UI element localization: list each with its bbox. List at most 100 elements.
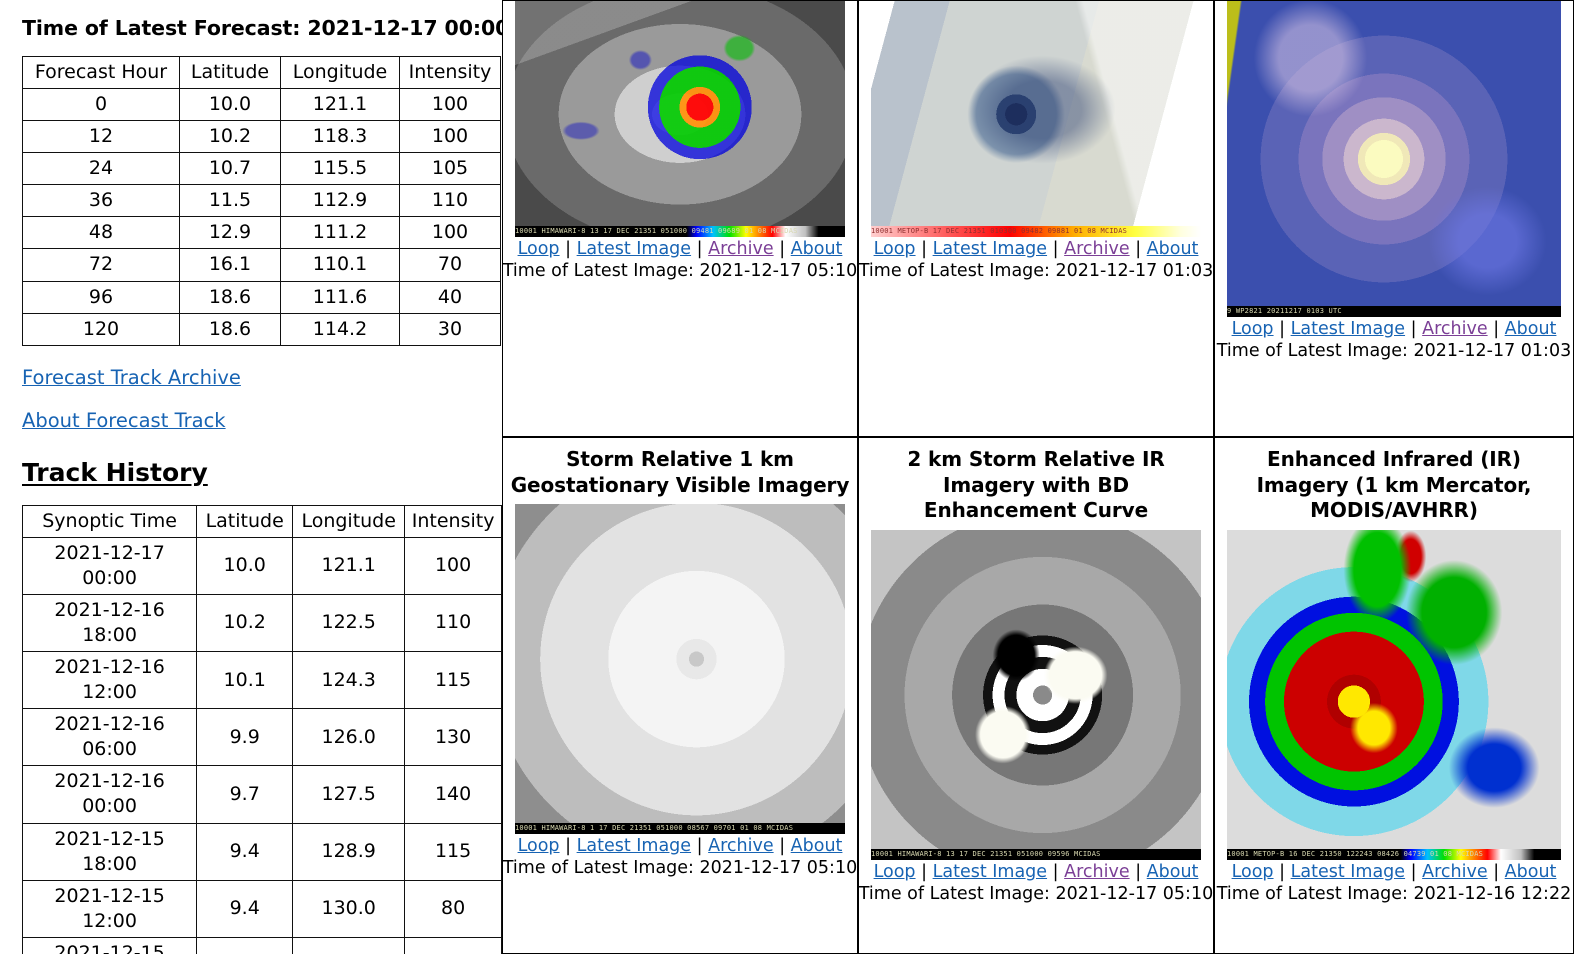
cell-hour: 72	[22, 248, 180, 282]
imagery-panel-grid: 10001 HIMAWARI-8 13 17 DEC 21351 051000 …	[502, 0, 1574, 954]
satellite-figure: 10001 METOP-B 17 DEC 21351 010300 09482 …	[871, 1, 1201, 237]
enhanced-ir-geo-image[interactable]: 10001 HIMAWARI-8 13 17 DEC 21351 051000 …	[515, 1, 845, 237]
microwave-37ghz-image[interactable]: 10001 METOP-B 17 DEC 21351 010300 09482 …	[871, 1, 1201, 237]
about-link[interactable]: About	[1505, 862, 1557, 882]
cell-longitude: 112.9	[280, 184, 400, 218]
storm-relative-ir-bd-image[interactable]: 10001 HIMAWARI-8 13 17 DEC 21351 051000 …	[871, 529, 1201, 860]
cell-latitude: 16.1	[179, 248, 281, 282]
archive-link[interactable]: Archive	[708, 239, 773, 259]
archive-link[interactable]: Archive	[1064, 239, 1129, 259]
link-separator: |	[779, 836, 786, 857]
latest-image-link[interactable]: Latest Image	[933, 239, 1047, 259]
loop-link[interactable]: Loop	[518, 239, 560, 259]
archive-link[interactable]: Archive	[1422, 862, 1487, 882]
panel-91ghz-color: 9 WP2821 20211217 0103 UTC Loop | Latest…	[1214, 0, 1574, 437]
loop-link[interactable]: Loop	[874, 239, 916, 259]
cell-synoptic-time: 2021-12-15 18:00	[21, 822, 198, 881]
color-91ghz-image[interactable]: 9 WP2821 20211217 0103 UTC	[1227, 1, 1561, 317]
about-link[interactable]: About	[1147, 239, 1199, 259]
latest-image-link[interactable]: Latest Image	[1291, 862, 1405, 882]
latest-image-time: Time of Latest Image: 2021-12-17 05:10	[502, 858, 858, 879]
cell-latitude: 10.2	[196, 593, 294, 653]
cell-intensity: 100	[399, 216, 501, 250]
cell-latitude: 18.6	[179, 312, 281, 346]
table-row: 96 18.6 111.6 40	[22, 280, 501, 314]
panel-storm-relative-ir-bd: 2 km Storm Relative IR Imagery with BD E…	[858, 437, 1214, 954]
image-banner-text: 9 WP2821 20211217 0103 UTC	[1227, 306, 1561, 317]
link-separator: |	[921, 861, 928, 882]
table-row: 24 10.7 115.5 105	[22, 152, 501, 186]
enhanced-ir-mercator-image[interactable]: 10001 METOP-B 16 DEC 21350 122243 08426 …	[1227, 529, 1561, 860]
archive-link[interactable]: Archive	[1422, 319, 1487, 339]
track-history-heading-wrap: Track History	[0, 432, 502, 487]
cell-latitude: 12.9	[179, 216, 281, 250]
about-link[interactable]: About	[791, 836, 843, 856]
image-banner-text: 10001 METOP-B 17 DEC 21351 010300 09482 …	[871, 226, 1201, 237]
panel-title: 2 km Storm Relative IR Imagery with BD E…	[907, 447, 1165, 523]
table-row: 2021-12-15 06:00 9.1 131.0 70	[21, 936, 502, 954]
loop-link[interactable]: Loop	[518, 836, 560, 856]
loop-link[interactable]: Loop	[1232, 862, 1274, 882]
image-banner-text: 10001 METOP-B 16 DEC 21350 122243 08426 …	[1227, 848, 1561, 860]
link-separator: |	[1135, 239, 1142, 259]
latest-image-link[interactable]: Latest Image	[933, 862, 1047, 882]
link-separator: |	[565, 836, 572, 857]
cell-intensity: 40	[399, 280, 501, 314]
about-link[interactable]: About	[1147, 862, 1199, 882]
about-link[interactable]: About	[791, 239, 843, 259]
latest-image-link[interactable]: Latest Image	[577, 239, 691, 259]
about-link[interactable]: About	[1505, 319, 1557, 339]
latest-image-link[interactable]: Latest Image	[577, 836, 691, 856]
latest-image-time: Time of Latest Image: 2021-12-17 01:03	[1216, 340, 1572, 361]
cell-synoptic-time: 2021-12-17 00:00	[21, 536, 198, 595]
table-row: 2021-12-16 06:00 9.9 126.0 130	[21, 708, 502, 767]
cell-intensity: 80	[404, 879, 502, 938]
cell-synoptic-time: 2021-12-16 00:00	[21, 765, 198, 824]
table-row: 2021-12-16 12:00 10.1 124.3 115	[21, 651, 502, 710]
cell-latitude: 10.1	[196, 651, 294, 710]
cell-intensity: 100	[404, 536, 502, 595]
link-separator: |	[1279, 319, 1286, 339]
forecast-sidebar: Time of Latest Forecast: 2021-12-17 00:0…	[0, 0, 502, 954]
cell-hour: 12	[22, 120, 180, 154]
cell-intensity: 115	[404, 651, 502, 710]
cell-intensity: 110	[404, 593, 502, 653]
cell-latitude: 11.5	[179, 184, 281, 218]
panel-enhanced-ir-geo: 10001 HIMAWARI-8 13 17 DEC 21351 051000 …	[502, 0, 858, 437]
cell-intensity: 70	[399, 248, 501, 282]
caption-link-row: Loop | Latest Image | Archive | About	[518, 239, 843, 261]
cell-longitude: 111.6	[280, 280, 400, 314]
latest-image-link[interactable]: Latest Image	[1291, 319, 1405, 339]
storm-relative-visible-image[interactable]: 10001 HIMAWARI-8 1 17 DEC 21351 051000 0…	[515, 504, 845, 835]
forecast-time-title: Time of Latest Forecast: 2021-12-17 00:0…	[22, 16, 502, 40]
cell-hour: 120	[22, 312, 180, 346]
loop-link[interactable]: Loop	[874, 862, 916, 882]
cell-longitude: 128.9	[292, 822, 406, 881]
link-separator: |	[696, 239, 703, 259]
history-col-intensity: Intensity	[404, 504, 502, 538]
about-forecast-track-link[interactable]: About Forecast Track	[22, 409, 226, 432]
loop-link[interactable]: Loop	[1232, 319, 1274, 339]
satellite-figure: 10001 HIMAWARI-8 1 17 DEC 21351 051000 0…	[515, 504, 845, 835]
table-row: 72 16.1 110.1 70	[22, 248, 501, 282]
cell-longitude: 131.0	[292, 936, 406, 954]
cell-hour: 96	[22, 280, 180, 314]
archive-link[interactable]: Archive	[1064, 862, 1129, 882]
history-table-header-row: Synoptic Time Latitude Longitude Intensi…	[21, 504, 502, 538]
forecast-table: Forecast Hour Latitude Longitude Intensi…	[22, 55, 501, 346]
cell-latitude: 10.0	[179, 88, 281, 122]
forecast-track-archive-link[interactable]: Forecast Track Archive	[22, 366, 241, 389]
table-row: 12 10.2 118.3 100	[22, 120, 501, 154]
table-row: 2021-12-16 18:00 10.2 122.5 110	[21, 593, 502, 653]
history-col-synoptic-time: Synoptic Time	[21, 504, 198, 538]
cell-synoptic-time: 2021-12-16 06:00	[21, 708, 198, 767]
forecast-track-archive-row: Forecast Track Archive	[22, 366, 502, 389]
archive-link[interactable]: Archive	[708, 836, 773, 856]
cell-latitude: 9.1	[196, 936, 294, 954]
satellite-figure: 10001 HIMAWARI-8 13 17 DEC 21351 051000 …	[871, 529, 1201, 860]
cell-longitude: 121.1	[280, 88, 400, 122]
history-col-longitude: Longitude	[292, 504, 406, 538]
caption-link-row: Loop | Latest Image | Archive | About	[874, 239, 1199, 261]
link-separator: |	[1279, 861, 1286, 882]
cell-synoptic-time: 2021-12-16 12:00	[21, 651, 198, 710]
